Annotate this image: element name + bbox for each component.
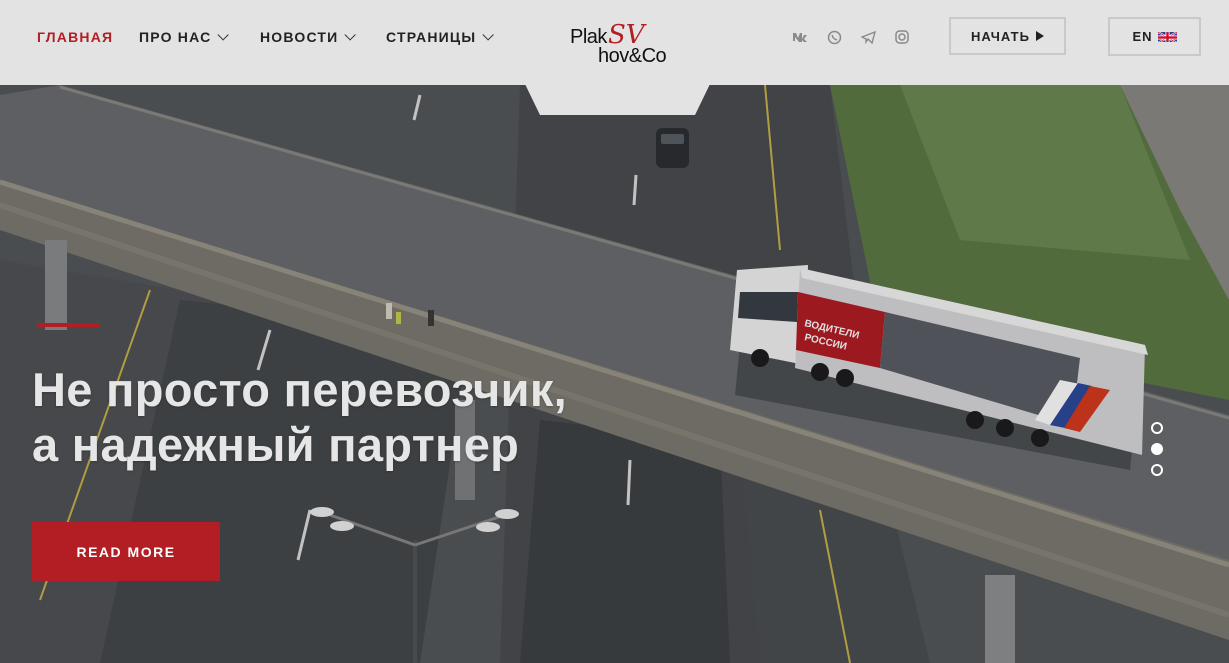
slider-pagination: [1151, 422, 1163, 476]
language-switch-button[interactable]: EN: [1108, 17, 1201, 56]
language-label: EN: [1132, 29, 1153, 44]
play-icon: [1035, 31, 1044, 41]
nav-item-news[interactable]: НОВОСТИ: [260, 27, 386, 47]
whatsapp-icon[interactable]: [825, 28, 843, 46]
nav-item-home-label: ГЛАВНАЯ: [37, 29, 114, 45]
vk-icon[interactable]: [791, 28, 809, 46]
nav-item-about-label: ПРО НАС: [139, 29, 212, 45]
logo-line2: hov&Co: [598, 45, 667, 67]
hero-headline-line1: Не просто перевозчик,: [32, 363, 568, 416]
nav-item-news-label: НОВОСТИ: [260, 29, 339, 45]
chevron-down-icon: [482, 29, 495, 41]
nav-item-about[interactable]: ПРО НАС: [139, 27, 260, 47]
slide-dot-2[interactable]: [1151, 443, 1163, 455]
nav-item-pages-label: СТРАНИЦЫ: [386, 29, 477, 45]
slide-dot-1[interactable]: [1151, 422, 1163, 434]
social-links: [791, 28, 911, 46]
read-more-button[interactable]: READ MORE: [32, 522, 220, 581]
start-button[interactable]: НАЧАТЬ: [949, 17, 1066, 55]
headline-accent-line: [37, 323, 99, 327]
site-header: ГЛАВНАЯ ПРО НАС НОВОСТИ СТРАНИЦЫ SV Plak…: [0, 0, 1229, 85]
uk-flag-icon: [1157, 31, 1177, 42]
hero-headline-line2: а надежный партнер: [32, 418, 520, 471]
header-logo-notch: [525, 84, 710, 115]
chevron-down-icon: [344, 29, 357, 41]
start-button-label: НАЧАТЬ: [971, 28, 1030, 44]
site-logo[interactable]: SV Plak hov&Co: [569, 20, 679, 70]
nav-item-home[interactable]: ГЛАВНАЯ: [37, 27, 139, 47]
slide-dot-3[interactable]: [1151, 464, 1163, 476]
main-nav: ГЛАВНАЯ ПРО НАС НОВОСТИ СТРАНИЦЫ: [37, 27, 495, 47]
instagram-icon[interactable]: [893, 28, 911, 46]
telegram-icon[interactable]: [859, 28, 877, 46]
nav-item-pages[interactable]: СТРАНИЦЫ: [386, 27, 495, 47]
chevron-down-icon: [217, 29, 230, 41]
hero-headline: Не просто перевозчик, а надежный партнер: [32, 362, 567, 472]
